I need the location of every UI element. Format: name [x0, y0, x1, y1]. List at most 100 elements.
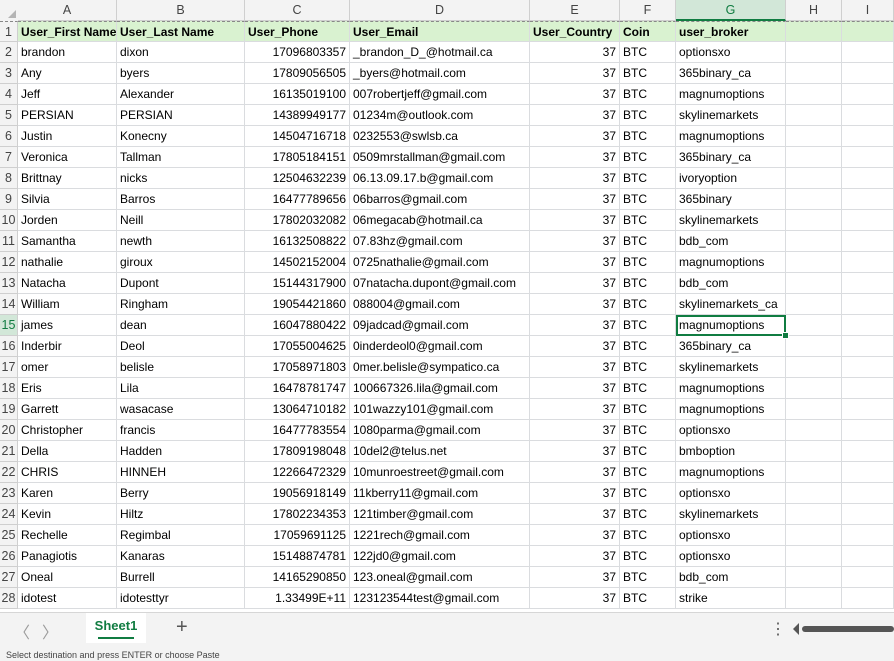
table-cell[interactable]: 365binary [676, 189, 786, 210]
table-cell[interactable]: 19056918149 [245, 483, 350, 504]
table-cell[interactable]: 17802234353 [245, 504, 350, 525]
table-cell[interactable]: Barros [117, 189, 245, 210]
table-cell[interactable]: 0inderdeol0@gmail.com [350, 336, 530, 357]
table-cell[interactable]: 37 [530, 546, 620, 567]
table-cell[interactable]: newth [117, 231, 245, 252]
table-cell[interactable]: 37 [530, 504, 620, 525]
table-cell[interactable]: BTC [620, 420, 676, 441]
table-cell[interactable]: 37 [530, 420, 620, 441]
table-cell[interactable]: bdb_com [676, 273, 786, 294]
row-header-27[interactable]: 27 [0, 567, 18, 588]
row-header-20[interactable]: 20 [0, 420, 18, 441]
table-cell[interactable]: Rechelle [18, 525, 117, 546]
table-cell[interactable]: 37 [530, 315, 620, 336]
table-cell[interactable]: Silvia [18, 189, 117, 210]
table-cell[interactable]: Tallman [117, 147, 245, 168]
table-cell[interactable]: idotest [18, 588, 117, 609]
table-cell[interactable]: 37 [530, 462, 620, 483]
table-cell[interactable] [842, 126, 894, 147]
table-cell[interactable]: Oneal [18, 567, 117, 588]
table-cell[interactable]: skylinemarkets [676, 357, 786, 378]
table-cell[interactable]: BTC [620, 567, 676, 588]
table-cell[interactable] [842, 168, 894, 189]
table-cell[interactable]: 16478781747 [245, 378, 350, 399]
table-cell[interactable]: 17805184151 [245, 147, 350, 168]
table-cell[interactable]: Christopher [18, 420, 117, 441]
table-cell[interactable]: 07natacha.dupont@gmail.com [350, 273, 530, 294]
table-cell[interactable]: strike [676, 588, 786, 609]
table-cell[interactable] [842, 42, 894, 63]
table-cell[interactable]: Kevin [18, 504, 117, 525]
table-cell[interactable]: 1221rech@gmail.com [350, 525, 530, 546]
table-cell[interactable]: Kanaras [117, 546, 245, 567]
table-cell[interactable]: 37 [530, 42, 620, 63]
table-cell[interactable]: Jeff [18, 84, 117, 105]
row-header-13[interactable]: 13 [0, 273, 18, 294]
table-cell[interactable]: 37 [530, 189, 620, 210]
row-header-5[interactable]: 5 [0, 105, 18, 126]
table-cell[interactable]: 1080parma@gmail.com [350, 420, 530, 441]
table-cell[interactable] [842, 420, 894, 441]
table-cell[interactable]: HINNEH [117, 462, 245, 483]
table-cell[interactable]: BTC [620, 42, 676, 63]
row-header-6[interactable]: 6 [0, 126, 18, 147]
table-cell[interactable]: BTC [620, 168, 676, 189]
table-cell[interactable] [842, 378, 894, 399]
table-cell[interactable]: BTC [620, 294, 676, 315]
table-cell[interactable] [786, 525, 842, 546]
column-title-cell[interactable]: user_broker [676, 21, 786, 42]
table-cell[interactable]: 37 [530, 441, 620, 462]
table-cell[interactable]: 37 [530, 231, 620, 252]
table-cell[interactable]: Garrett [18, 399, 117, 420]
column-header-f[interactable]: F [620, 0, 676, 21]
table-cell[interactable]: 14165290850 [245, 567, 350, 588]
table-cell[interactable]: nicks [117, 168, 245, 189]
table-cell[interactable]: BTC [620, 126, 676, 147]
table-cell[interactable]: skylinemarkets [676, 504, 786, 525]
column-header-a[interactable]: A [18, 0, 117, 21]
table-cell[interactable]: BTC [620, 525, 676, 546]
table-cell[interactable]: 37 [530, 378, 620, 399]
table-cell[interactable]: james [18, 315, 117, 336]
table-cell[interactable] [786, 126, 842, 147]
table-cell[interactable]: 10del2@telus.net [350, 441, 530, 462]
table-cell[interactable]: 14502152004 [245, 252, 350, 273]
table-cell[interactable]: 14389949177 [245, 105, 350, 126]
table-cell[interactable]: 101wazzy101@gmail.com [350, 399, 530, 420]
table-cell[interactable]: 088004@gmail.com [350, 294, 530, 315]
table-cell[interactable]: Panagiotis [18, 546, 117, 567]
column-title-cell[interactable]: User_Phone [245, 21, 350, 42]
table-cell[interactable]: 37 [530, 147, 620, 168]
table-cell[interactable]: 16047880422 [245, 315, 350, 336]
table-cell[interactable] [786, 294, 842, 315]
table-cell[interactable]: BTC [620, 252, 676, 273]
table-cell[interactable]: optionsxo [676, 525, 786, 546]
table-cell[interactable]: BTC [620, 462, 676, 483]
table-cell[interactable]: nathalie [18, 252, 117, 273]
table-cell[interactable]: PERSIAN [18, 105, 117, 126]
row-header-10[interactable]: 10 [0, 210, 18, 231]
table-cell[interactable]: 37 [530, 126, 620, 147]
row-header-3[interactable]: 3 [0, 63, 18, 84]
row-header-7[interactable]: 7 [0, 147, 18, 168]
table-cell[interactable]: 37 [530, 273, 620, 294]
table-cell[interactable]: 37 [530, 567, 620, 588]
table-cell[interactable]: 17059691125 [245, 525, 350, 546]
table-cell[interactable]: Berry [117, 483, 245, 504]
table-cell[interactable]: Della [18, 441, 117, 462]
table-cell[interactable]: BTC [620, 189, 676, 210]
table-cell[interactable]: magnumoptions [676, 315, 786, 336]
table-cell[interactable]: Karen [18, 483, 117, 504]
table-cell[interactable] [842, 315, 894, 336]
table-cell[interactable]: BTC [620, 399, 676, 420]
table-cell[interactable] [786, 399, 842, 420]
table-cell[interactable]: 37 [530, 399, 620, 420]
column-header-e[interactable]: E [530, 0, 620, 21]
previous-sheet-icon[interactable]: 〈 [14, 619, 30, 643]
table-cell[interactable]: magnumoptions [676, 84, 786, 105]
table-cell[interactable]: 17802032082 [245, 210, 350, 231]
table-cell[interactable] [786, 84, 842, 105]
table-cell[interactable] [786, 210, 842, 231]
table-cell[interactable] [786, 105, 842, 126]
table-cell[interactable]: 007robertjeff@gmail.com [350, 84, 530, 105]
